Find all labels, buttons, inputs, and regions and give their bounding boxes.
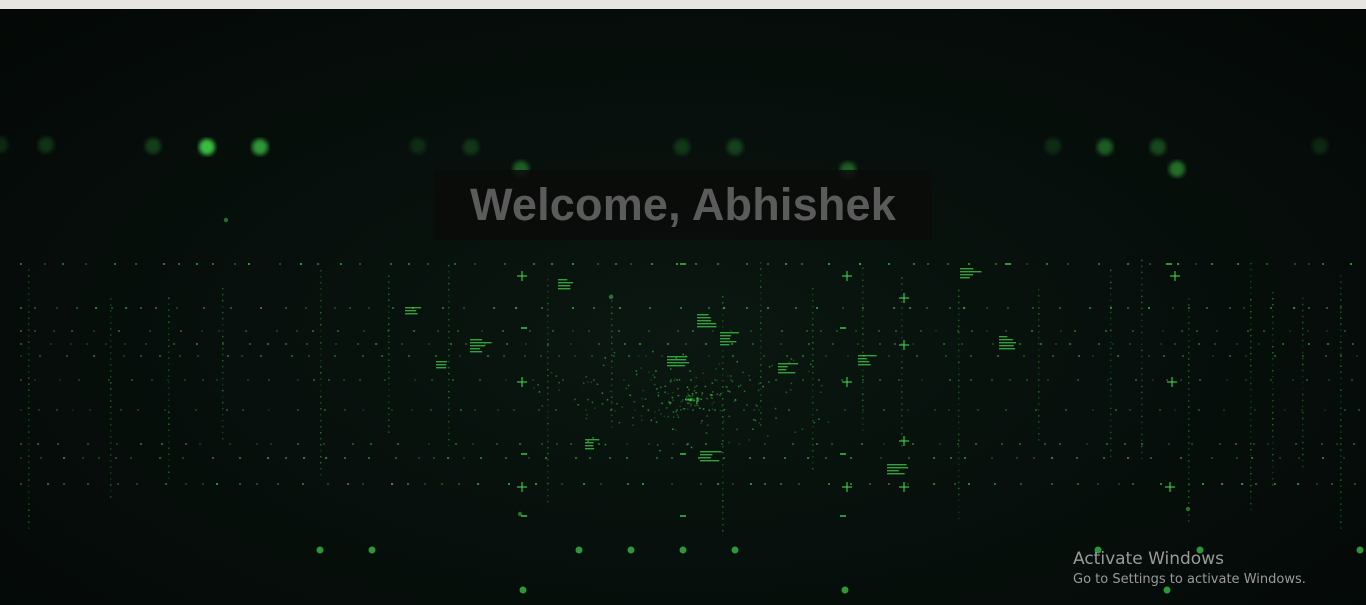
watermark-subtitle: Go to Settings to activate Windows. xyxy=(1073,572,1306,587)
particle-background: Welcome, Abhishek Activate Windows Go to… xyxy=(0,9,1366,605)
activate-windows-watermark: Activate Windows Go to Settings to activ… xyxy=(1073,548,1306,590)
welcome-banner: Welcome, Abhishek xyxy=(434,170,932,240)
browser-top-strip xyxy=(0,0,1366,9)
welcome-heading: Welcome, Abhishek xyxy=(469,179,897,230)
watermark-title: Activate Windows xyxy=(1073,549,1224,569)
matrix-grid-visual xyxy=(0,137,1364,594)
